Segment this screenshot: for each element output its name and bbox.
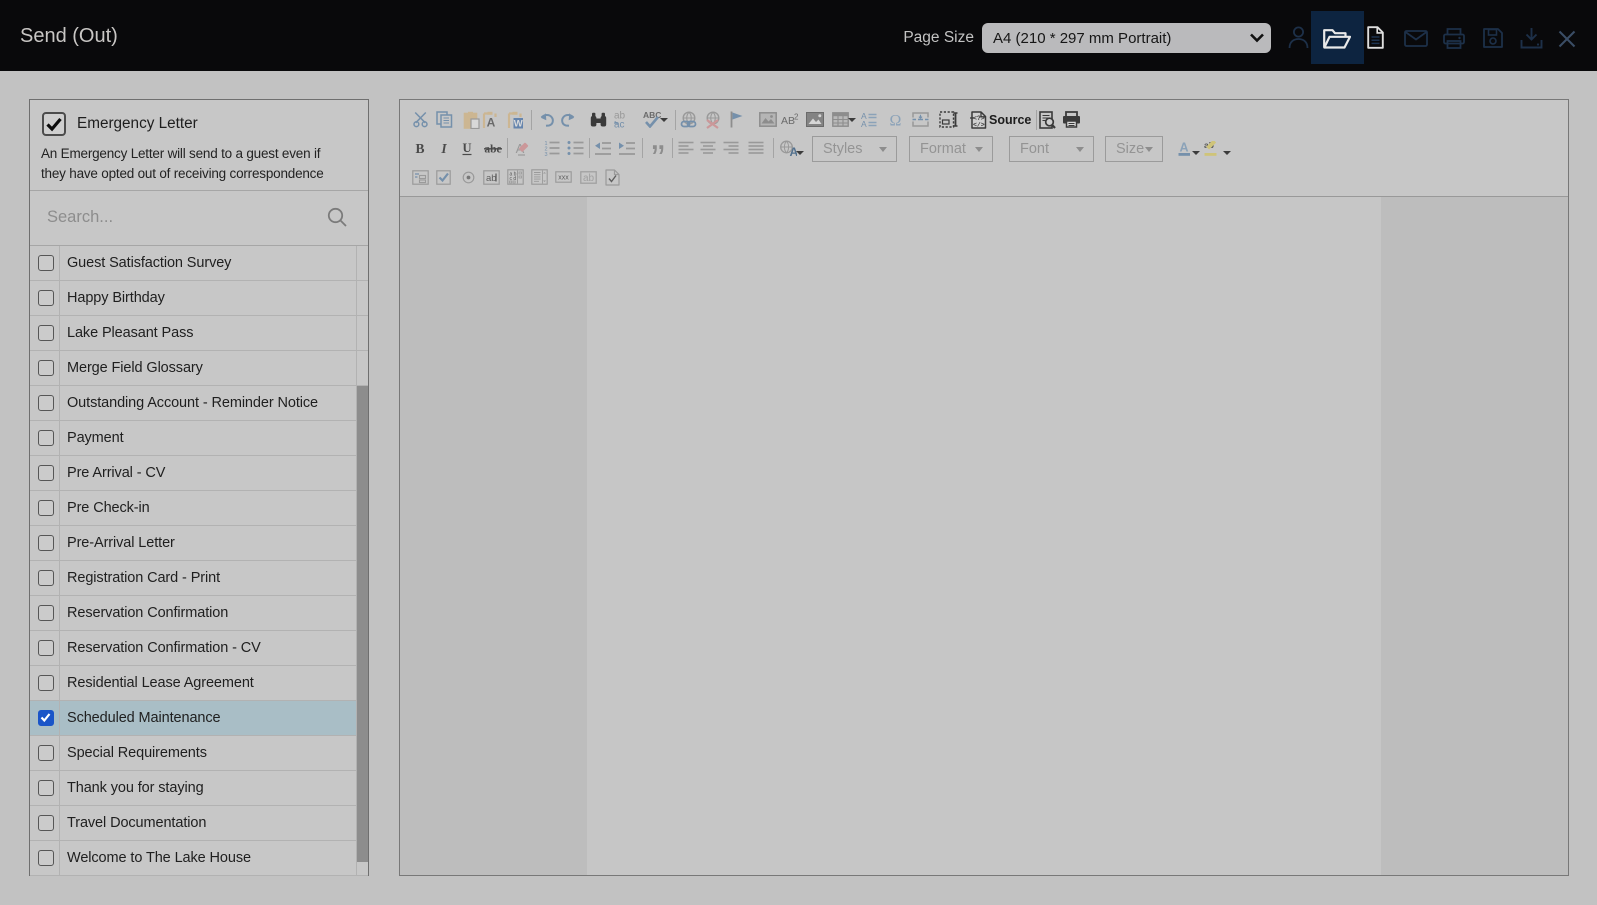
svg-text:Ω: Ω <box>889 113 901 128</box>
svg-text:xxx: xxx <box>558 175 569 182</box>
svg-text:A: A <box>1179 141 1188 155</box>
svg-text:I: I <box>440 141 447 155</box>
svg-text:B: B <box>415 141 424 155</box>
svg-text:U: U <box>462 141 471 155</box>
svg-text:W: W <box>513 118 522 129</box>
svg-text:2: 2 <box>794 113 799 122</box>
svg-text:</>: </> <box>973 121 985 128</box>
svg-text:ab: ab <box>582 173 594 184</box>
svg-text:ab: ab <box>486 173 497 184</box>
svg-text:A: A <box>487 115 496 129</box>
svg-text:3: 3 <box>544 152 547 156</box>
svg-text:A: A <box>861 119 867 127</box>
svg-text:”: ” <box>651 139 664 157</box>
svg-text:AB: AB <box>781 115 795 126</box>
